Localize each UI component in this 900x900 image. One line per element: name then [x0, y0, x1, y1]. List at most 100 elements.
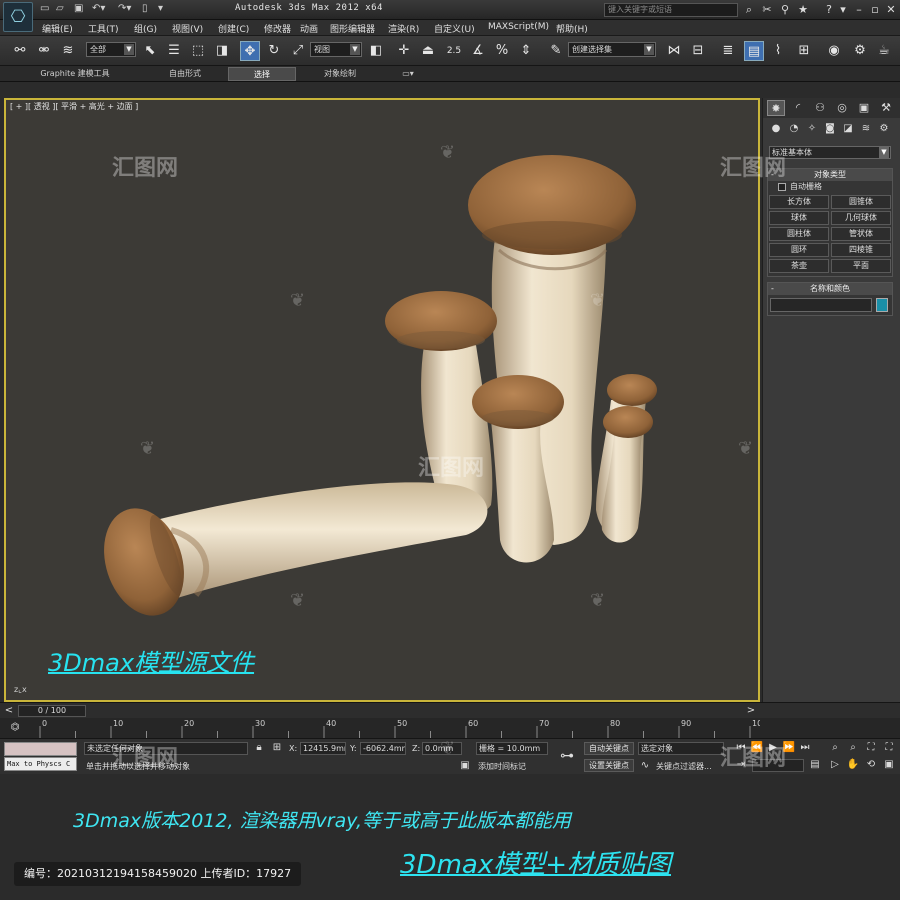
object-color-swatch[interactable]	[876, 298, 888, 312]
orbit-icon[interactable]: ⟲	[864, 758, 878, 772]
go-to-start-icon[interactable]: ⏮	[734, 741, 748, 755]
display-tab-icon[interactable]: ▣	[855, 100, 873, 116]
maximize-viewport-icon[interactable]: ▣	[882, 758, 896, 772]
menu-animation[interactable]: 动画	[300, 22, 318, 35]
redo-icon[interactable]: ↷▾	[118, 3, 131, 17]
snaps-toggle-icon[interactable]: 2.5	[444, 41, 464, 61]
object-name-input[interactable]	[770, 298, 872, 312]
menu-graph-editors[interactable]: 图形编辑器	[330, 22, 375, 35]
cylinder-button[interactable]: 圆柱体	[769, 227, 829, 241]
shapes-icon[interactable]: ◔	[787, 123, 801, 137]
select-object-icon[interactable]: ⬉	[140, 41, 160, 61]
communication-center-icon[interactable]: ✂	[760, 3, 774, 17]
sphere-button[interactable]: 球体	[769, 211, 829, 225]
object-type-header[interactable]: - 对象类型	[768, 169, 892, 181]
select-manipulate-icon[interactable]: ✛	[394, 41, 414, 61]
ribbon-options-icon[interactable]: ▭▾	[396, 67, 420, 81]
select-and-scale-icon[interactable]: ⤢	[288, 41, 308, 61]
viewport-label[interactable]: [ + ][ 透视 ][ 平滑 + 高光 + 边面 ]	[10, 101, 138, 112]
keyboard-shortcut-override-icon[interactable]: ⏏	[418, 41, 438, 61]
cameras-icon[interactable]: ◙	[823, 123, 837, 137]
help-dropdown-icon[interactable]: ▾	[836, 3, 850, 17]
save-icon[interactable]: ▣	[74, 3, 83, 17]
minimize-icon[interactable]: –	[852, 3, 866, 17]
key-filters-button[interactable]: 关键点过滤器...	[656, 761, 712, 772]
render-production-icon[interactable]: ☕	[874, 41, 894, 61]
time-slider[interactable]: 0 / 100	[18, 705, 86, 717]
graphite-toggle-icon[interactable]: ▤	[744, 41, 764, 61]
play-icon[interactable]: ▶	[766, 741, 780, 755]
auto-key-button[interactable]: 自动关键点	[584, 742, 634, 755]
menu-rendering[interactable]: 渲染(R)	[388, 22, 419, 35]
material-editor-icon[interactable]: ◉	[824, 41, 844, 61]
geometry-icon[interactable]: ●	[769, 123, 783, 137]
menu-help[interactable]: 帮助(H)	[556, 22, 588, 35]
unlink-icon[interactable]: ⚮	[34, 41, 54, 61]
x-coordinate-input[interactable]: 12415.9mm	[300, 742, 346, 755]
zoom-all-icon[interactable]: ⌕	[846, 741, 860, 755]
menu-create[interactable]: 创建(C)	[218, 22, 249, 35]
select-by-name-icon[interactable]: ☰	[164, 41, 184, 61]
rectangular-selection-icon[interactable]: ⬚	[188, 41, 208, 61]
project-folder-icon[interactable]: ▯	[142, 3, 148, 17]
menu-customize[interactable]: 自定义(U)	[434, 22, 475, 35]
plane-button[interactable]: 平面	[831, 259, 891, 273]
menu-group[interactable]: 组(G)	[134, 22, 157, 35]
curve-editor-icon[interactable]: ⌇	[768, 41, 788, 61]
menu-edit[interactable]: 编辑(E)	[42, 22, 73, 35]
reference-coordinate-dropdown[interactable]: 视图 ▼	[310, 42, 362, 57]
pan-icon[interactable]: ✋	[846, 758, 860, 772]
help-icon[interactable]: ?	[822, 3, 836, 17]
utilities-tab-icon[interactable]: ⚒	[877, 100, 895, 116]
hierarchy-tab-icon[interactable]: ⚇	[811, 100, 829, 116]
search-icon[interactable]: ⌕	[742, 3, 756, 17]
zoom-extents-all-icon[interactable]: ⛶	[882, 741, 896, 755]
maxscript-listener-mini[interactable]	[4, 742, 77, 756]
time-tag-icon[interactable]: ▣	[458, 759, 472, 773]
select-and-rotate-icon[interactable]: ↻	[264, 41, 284, 61]
favorites-icon[interactable]: ⚲	[778, 3, 792, 17]
pyramid-button[interactable]: 四棱锥	[831, 243, 891, 257]
app-logo-button[interactable]: ⎔	[3, 2, 33, 32]
new-file-icon[interactable]: ▭	[40, 3, 49, 17]
spinner-snap-icon[interactable]: ⇕	[516, 41, 536, 61]
track-bar[interactable]: ⏣ 0 10 20 30 40 50 60 70 80 90 100	[0, 718, 900, 738]
next-key-icon[interactable]: ⏩	[782, 741, 796, 755]
edit-named-selection-icon[interactable]: ✎	[546, 41, 566, 61]
key-mode-toggle-icon[interactable]: ⇥	[734, 758, 748, 772]
select-and-move-icon[interactable]: ✥	[240, 41, 260, 61]
auto-grid-checkbox[interactable]: 自动栅格	[768, 181, 892, 193]
menu-tools[interactable]: 工具(T)	[88, 22, 119, 35]
previous-key-icon[interactable]: ⏪	[750, 741, 764, 755]
menu-views[interactable]: 视图(V)	[172, 22, 203, 35]
mini-curve-editor-icon[interactable]: ⏣	[8, 721, 22, 735]
tab-object-paint[interactable]: 对象绘制	[310, 67, 370, 81]
systems-icon[interactable]: ⚙	[877, 123, 891, 137]
mirror-icon[interactable]: ⋈	[664, 41, 684, 61]
link-icon[interactable]: ⚯	[10, 41, 30, 61]
quick-access-dropdown-icon[interactable]: ▾	[158, 3, 163, 17]
selection-filter-dropdown[interactable]: 全部 ▼	[86, 42, 136, 57]
tube-button[interactable]: 管状体	[831, 227, 891, 241]
space-warps-icon[interactable]: ≋	[859, 123, 873, 137]
field-of-view-icon[interactable]: ▷	[828, 758, 842, 772]
zoom-extents-icon[interactable]: ⛶	[864, 741, 878, 755]
name-and-color-header[interactable]: - 名称和颜色	[768, 283, 892, 295]
tab-freeform[interactable]: 自由形式	[150, 67, 220, 81]
layer-manager-icon[interactable]: ≣	[718, 41, 738, 61]
modify-tab-icon[interactable]: ◜	[789, 100, 807, 116]
close-icon[interactable]: ✕	[884, 3, 898, 17]
z-coordinate-input[interactable]: 0.0mm	[422, 742, 462, 755]
open-file-icon[interactable]: ▱	[56, 3, 64, 17]
tab-selection[interactable]: 选择	[228, 67, 296, 81]
key-mode-dropdown[interactable]: 选定对象	[638, 742, 724, 755]
render-setup-icon[interactable]: ⚙	[850, 41, 870, 61]
perspective-viewport[interactable]: [ + ][ 透视 ][ 平滑 + 高光 + 边面 ] 3Dmax模型源文件 z…	[4, 98, 760, 702]
box-button[interactable]: 长方体	[769, 195, 829, 209]
named-selection-dropdown[interactable]: 创建选择集 ▼	[568, 42, 656, 57]
tab-graphite-modeling[interactable]: Graphite 建模工具	[30, 67, 120, 81]
current-frame-input[interactable]	[752, 759, 804, 772]
percent-snap-icon[interactable]: %	[492, 41, 512, 61]
geometry-category-dropdown[interactable]: 标准基本体 ▼	[769, 146, 891, 159]
cone-button[interactable]: 圆锥体	[831, 195, 891, 209]
